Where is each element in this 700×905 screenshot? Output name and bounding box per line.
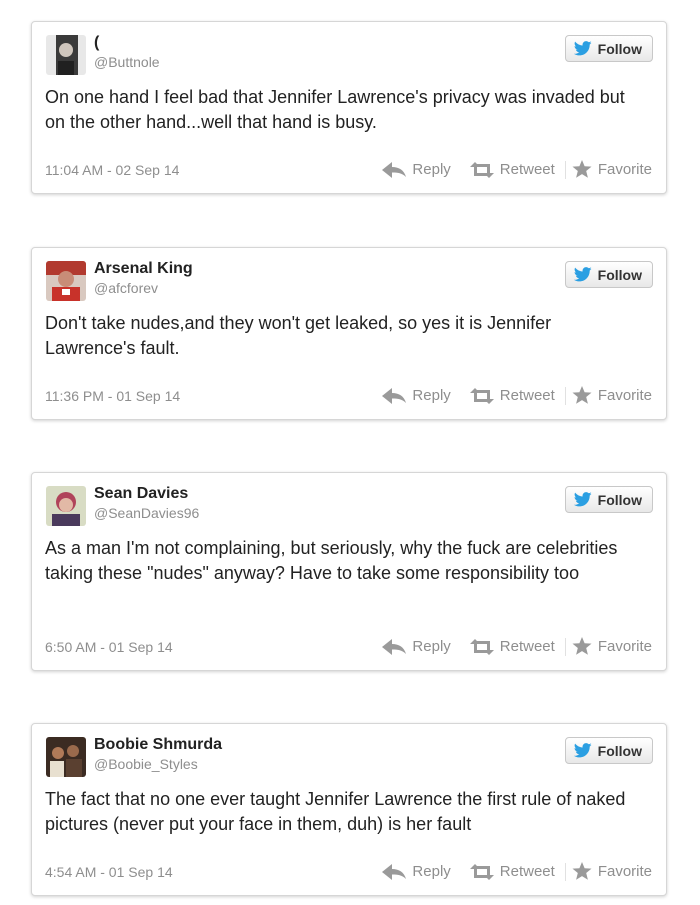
tweet-footer: 4:54 AM - 01 Sep 14 Reply Retweet Favori…	[45, 862, 652, 882]
retweet-icon	[469, 863, 494, 880]
follow-label: Follow	[597, 40, 642, 57]
tweet-footer: 11:36 PM - 01 Sep 14 Reply Retweet Favor…	[45, 386, 652, 406]
retweet-button[interactable]: Retweet	[469, 161, 555, 178]
favorite-button[interactable]: Favorite	[572, 160, 652, 179]
retweet-button[interactable]: Retweet	[469, 387, 555, 404]
retweet-button[interactable]: Retweet	[469, 863, 555, 880]
tweet-actions: Reply Retweet Favorite	[382, 862, 652, 881]
star-icon	[572, 386, 592, 405]
reply-arrow-icon	[382, 161, 407, 178]
user-handle[interactable]: @Boobie_Styles	[94, 756, 198, 772]
follow-button[interactable]: Follow	[564, 35, 653, 62]
follow-button[interactable]: Follow	[564, 737, 653, 764]
tweet-actions: Reply Retweet Favorite	[382, 637, 652, 656]
tweet-text: As a man I'm not complaining, but seriou…	[45, 538, 618, 583]
tweet-card: Arsenal King @afcforev Follow Don't take…	[31, 247, 667, 420]
avatar[interactable]	[46, 261, 86, 301]
reply-button[interactable]: Reply	[382, 863, 451, 880]
reply-button[interactable]: Reply	[382, 387, 451, 404]
action-divider	[564, 637, 566, 656]
tweet-timestamp[interactable]: 11:36 PM - 01 Sep 14	[45, 388, 180, 404]
tweet-timestamp[interactable]: 4:54 AM - 01 Sep 14	[45, 864, 173, 880]
reply-label: Reply	[412, 387, 451, 404]
star-icon	[572, 637, 592, 656]
reply-button[interactable]: Reply	[382, 161, 451, 178]
tweet-card: ( @Buttnole Follow On one hand I feel ba…	[31, 21, 667, 194]
retweet-icon	[469, 161, 494, 178]
user-handle[interactable]: @afcforev	[94, 280, 158, 296]
action-divider	[564, 386, 566, 405]
user-name[interactable]: Boobie Shmurda	[94, 736, 222, 754]
reply-arrow-icon	[382, 863, 407, 880]
tweet-actions: Reply Retweet Favorite	[382, 160, 652, 179]
follow-label: Follow	[597, 742, 642, 759]
tweet-text: The fact that no one ever taught Jennife…	[45, 789, 626, 834]
star-icon	[572, 160, 592, 179]
retweet-label: Retweet	[499, 863, 555, 880]
reply-label: Reply	[412, 161, 451, 178]
avatar[interactable]	[46, 486, 86, 526]
favorite-button[interactable]: Favorite	[572, 862, 652, 881]
retweet-label: Retweet	[499, 638, 555, 655]
tweet-footer: 11:04 AM - 02 Sep 14 Reply Retweet Favor…	[45, 160, 652, 180]
star-icon	[572, 862, 592, 881]
favorite-label: Favorite	[597, 161, 652, 178]
tweet-timestamp[interactable]: 6:50 AM - 01 Sep 14	[45, 639, 173, 655]
user-handle[interactable]: @Buttnole	[94, 54, 160, 70]
retweet-icon	[469, 638, 494, 655]
tweet-timestamp[interactable]: 11:04 AM - 02 Sep 14	[45, 162, 179, 178]
avatar[interactable]	[46, 35, 86, 75]
favorite-label: Favorite	[597, 863, 652, 880]
tweet-actions: Reply Retweet Favorite	[382, 386, 652, 405]
twitter-bird-icon	[573, 41, 592, 56]
favorite-label: Favorite	[597, 638, 652, 655]
retweet-button[interactable]: Retweet	[469, 638, 555, 655]
tweet-text: On one hand I feel bad that Jennifer Law…	[45, 87, 625, 132]
action-divider	[564, 862, 566, 881]
favorite-button[interactable]: Favorite	[572, 386, 652, 405]
follow-button[interactable]: Follow	[564, 261, 653, 288]
tweet-footer: 6:50 AM - 01 Sep 14 Reply Retweet Favori…	[45, 637, 652, 657]
twitter-bird-icon	[573, 492, 592, 507]
reply-label: Reply	[412, 863, 451, 880]
user-name[interactable]: (	[94, 34, 99, 52]
reply-label: Reply	[412, 638, 451, 655]
user-name[interactable]: Sean Davies	[94, 485, 188, 503]
action-divider	[564, 160, 566, 179]
follow-label: Follow	[597, 491, 642, 508]
tweet-text: Don't take nudes,and they won't get leak…	[45, 313, 552, 358]
tweet-card: Boobie Shmurda @Boobie_Styles Follow The…	[31, 723, 667, 896]
reply-arrow-icon	[382, 387, 407, 404]
follow-label: Follow	[597, 266, 642, 283]
twitter-bird-icon	[573, 743, 592, 758]
reply-button[interactable]: Reply	[382, 638, 451, 655]
favorite-label: Favorite	[597, 387, 652, 404]
user-name[interactable]: Arsenal King	[94, 260, 193, 278]
tweet-card: Sean Davies @SeanDavies96 Follow As a ma…	[31, 472, 667, 671]
follow-button[interactable]: Follow	[564, 486, 653, 513]
retweet-label: Retweet	[499, 387, 555, 404]
reply-arrow-icon	[382, 638, 407, 655]
retweet-icon	[469, 387, 494, 404]
avatar[interactable]	[46, 737, 86, 777]
user-handle[interactable]: @SeanDavies96	[94, 505, 199, 521]
favorite-button[interactable]: Favorite	[572, 637, 652, 656]
retweet-label: Retweet	[499, 161, 555, 178]
twitter-bird-icon	[573, 267, 592, 282]
